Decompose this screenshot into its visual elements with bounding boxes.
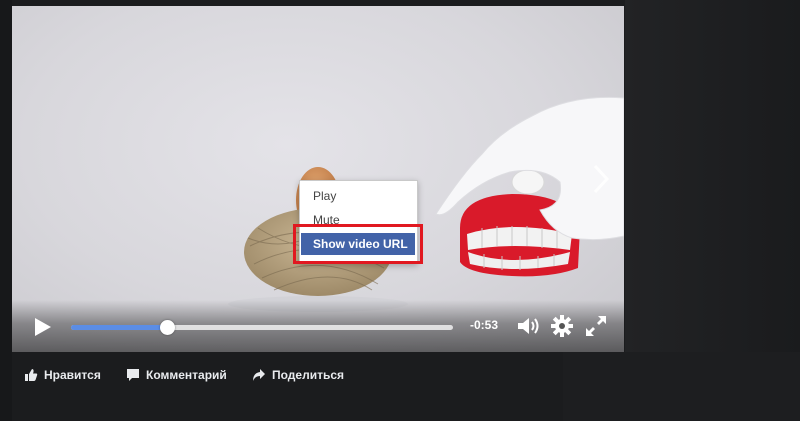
video-player[interactable]: -0:53 <box>12 6 624 352</box>
time-remaining: -0:53 <box>470 318 499 332</box>
post-actions: Нравится Комментарий Поделиться <box>12 352 563 398</box>
page-background-left <box>0 0 12 421</box>
share-label: Поделиться <box>272 368 345 382</box>
like-button[interactable]: Нравится <box>24 366 101 384</box>
fullscreen-icon[interactable] <box>584 314 608 338</box>
share-button[interactable]: Поделиться <box>252 366 344 384</box>
volume-icon[interactable] <box>515 314 541 338</box>
chevron-right-icon[interactable] <box>590 162 612 196</box>
share-arrow-icon <box>253 369 265 381</box>
comment-label: Комментарий <box>146 368 227 382</box>
menu-item-play[interactable]: Play <box>301 185 415 207</box>
play-icon[interactable] <box>30 315 54 339</box>
like-label: Нравится <box>44 368 101 382</box>
menu-item-mute[interactable]: Mute <box>301 209 415 231</box>
progress-fill <box>71 325 167 330</box>
progress-bar[interactable] <box>71 320 453 335</box>
page-background-bottom <box>563 352 800 421</box>
video-controls: -0:53 <box>12 300 624 352</box>
thumbs-up-icon <box>25 369 38 381</box>
context-menu: Play Mute Show video URL <box>299 180 418 264</box>
menu-item-show-video-url[interactable]: Show video URL <box>301 233 415 255</box>
progress-handle[interactable] <box>159 320 175 335</box>
comment-icon <box>127 369 139 381</box>
gear-icon[interactable] <box>550 314 574 338</box>
comment-button[interactable]: Комментарий <box>126 366 227 384</box>
